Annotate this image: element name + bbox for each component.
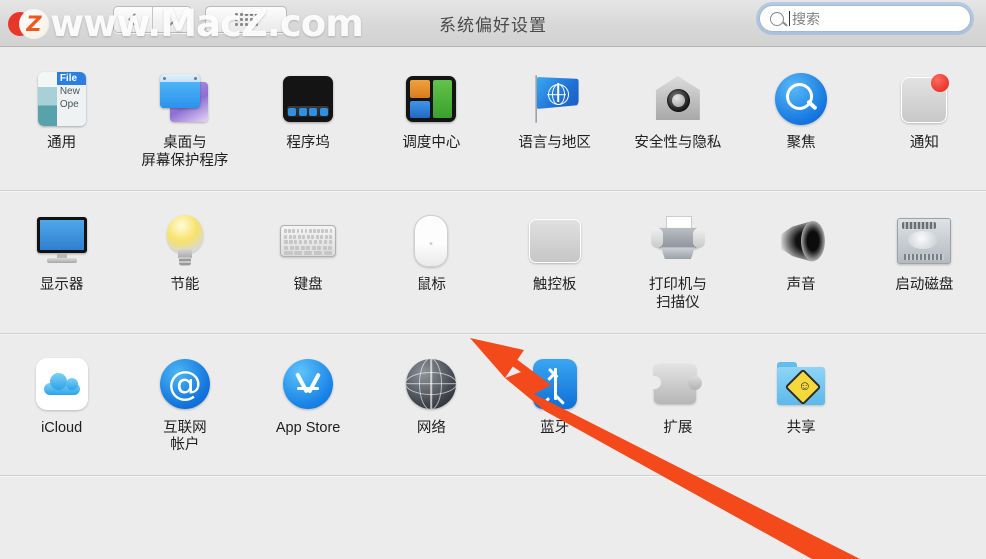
pref-item-desktop-screensaver[interactable]: 桌面与 屏幕保护程序 [123,69,246,170]
keyboard-icon [278,211,338,271]
pref-item-dock[interactable]: 程序坞 [247,69,370,170]
internet-accounts-icon: @ [155,354,215,414]
pref-item-label: 通用 [47,135,77,151]
pref-item-spotlight[interactable]: 聚焦 [740,69,863,170]
pref-group-internet: iCloud @ 互联网 帐户 App Store 网络 蓝牙 扩展 共享 [0,334,986,475]
pref-item-sharing[interactable]: ☺ 共享 [740,354,863,455]
preferences-content: File New Ope 通用 桌面与 屏幕保护程序 程序坞 调度中心 语言与地… [0,47,986,477]
text-caret [789,11,790,26]
pref-item-printers-scanners[interactable]: 打印机与 扫描仪 [616,211,739,312]
pref-item-label: 程序坞 [286,135,330,151]
pref-item-keyboard[interactable]: 键盘 [247,211,370,312]
pref-item-trackpad[interactable]: 触控板 [493,211,616,312]
pref-item-label: 鼠标 [416,277,446,294]
grid-icon [234,13,258,26]
bottom-separator [0,475,986,477]
displays-icon [32,211,92,271]
general-icon: File New Ope [32,69,92,129]
search-icon [770,11,784,26]
security-privacy-icon [648,69,708,129]
pref-item-label: 启动磁盘 [895,277,954,294]
pref-item-label: 调度中心 [402,135,461,151]
show-all-button[interactable] [205,6,287,33]
pref-item-security-privacy[interactable]: 安全性与隐私 [616,69,739,170]
pref-item-extensions[interactable]: 扩展 [616,354,739,455]
startup-disk-icon [894,211,954,271]
pref-item-label: 扩展 [663,419,693,436]
energy-saver-icon [155,211,215,271]
pref-item-sound[interactable]: 声音 [740,211,863,312]
pref-item-label: 键盘 [293,277,323,294]
pref-item-network[interactable]: 网络 [370,354,493,455]
pref-item-label: 网络 [416,419,446,436]
pref-item-mission-control[interactable]: 调度中心 [370,69,493,170]
pref-item-label: 触控板 [532,277,577,294]
dock-icon [278,69,338,129]
pref-item-startup-disk[interactable]: 启动磁盘 [863,211,986,312]
search-field[interactable]: 搜索 [759,5,971,32]
desktop-screensaver-icon [155,69,215,129]
pref-item-label: App Store [275,419,341,436]
app-store-icon [278,354,338,414]
pref-item-label: 打印机与 扫描仪 [648,277,707,312]
pref-item-label: 显示器 [39,277,84,294]
navigation-buttons[interactable] [113,6,192,33]
pref-item-general[interactable]: File New Ope 通用 [0,69,123,170]
pref-item-label: 安全性与隐私 [634,135,722,151]
chevron-right-icon [164,13,177,26]
icloud-icon [32,354,92,414]
language-region-icon [525,69,585,129]
printers-scanners-icon [648,211,708,271]
mouse-icon [401,211,461,271]
chevron-left-icon [128,13,141,26]
pref-item-label: 互联网 帐户 [163,419,207,454]
pref-item-notifications[interactable]: 通知 [863,69,986,170]
notifications-icon [894,69,954,129]
back-button[interactable] [114,7,152,32]
pref-item-label: 语言与地区 [518,135,591,151]
pref-item-label: 桌面与 屏幕保护程序 [141,135,229,169]
pref-item-label: 聚焦 [786,135,816,151]
sound-icon [771,211,831,271]
pref-item-displays[interactable]: 显示器 [0,211,123,312]
pref-item-label: 通知 [909,135,939,151]
spotlight-icon [771,69,831,129]
extensions-icon [647,354,708,414]
pref-item-internet-accounts[interactable]: @ 互联网 帐户 [123,354,246,455]
pref-item-energy-saver[interactable]: 节能 [123,211,246,312]
pref-item-label: 节能 [170,277,200,294]
pref-item-label: 声音 [786,277,816,294]
search-placeholder: 搜索 [792,10,820,27]
pref-item-mouse[interactable]: 鼠标 [370,211,493,312]
pref-item-icloud[interactable]: iCloud [0,354,123,455]
network-icon [401,354,461,414]
pref-item-label: 共享 [786,419,816,436]
pref-item-empty [863,354,986,455]
trackpad-icon [525,211,585,271]
mission-control-icon [401,69,461,129]
pref-group-hardware: 显示器 节能 键盘 鼠标 触控板 打印机与 扫描仪 声音 启动磁盘 [0,191,986,332]
pref-group-personal: File New Ope 通用 桌面与 屏幕保护程序 程序坞 调度中心 语言与地… [0,47,986,190]
pref-item-bluetooth[interactable]: 蓝牙 [493,354,616,455]
sharing-icon: ☺ [771,354,831,414]
system-preferences-window: 系统偏好设置 搜索 File New Ope 通用 桌面与 屏幕保护程序 程序坞… [0,0,986,559]
pref-item-app-store[interactable]: App Store [247,354,370,455]
pref-item-label: iCloud [41,419,83,436]
forward-button[interactable] [152,7,191,32]
pref-item-label: 蓝牙 [540,419,570,436]
pref-item-language-region[interactable]: 语言与地区 [493,69,616,170]
empty-slot [894,354,954,414]
window-toolbar: 系统偏好设置 搜索 [0,0,986,47]
bluetooth-icon [525,354,585,414]
